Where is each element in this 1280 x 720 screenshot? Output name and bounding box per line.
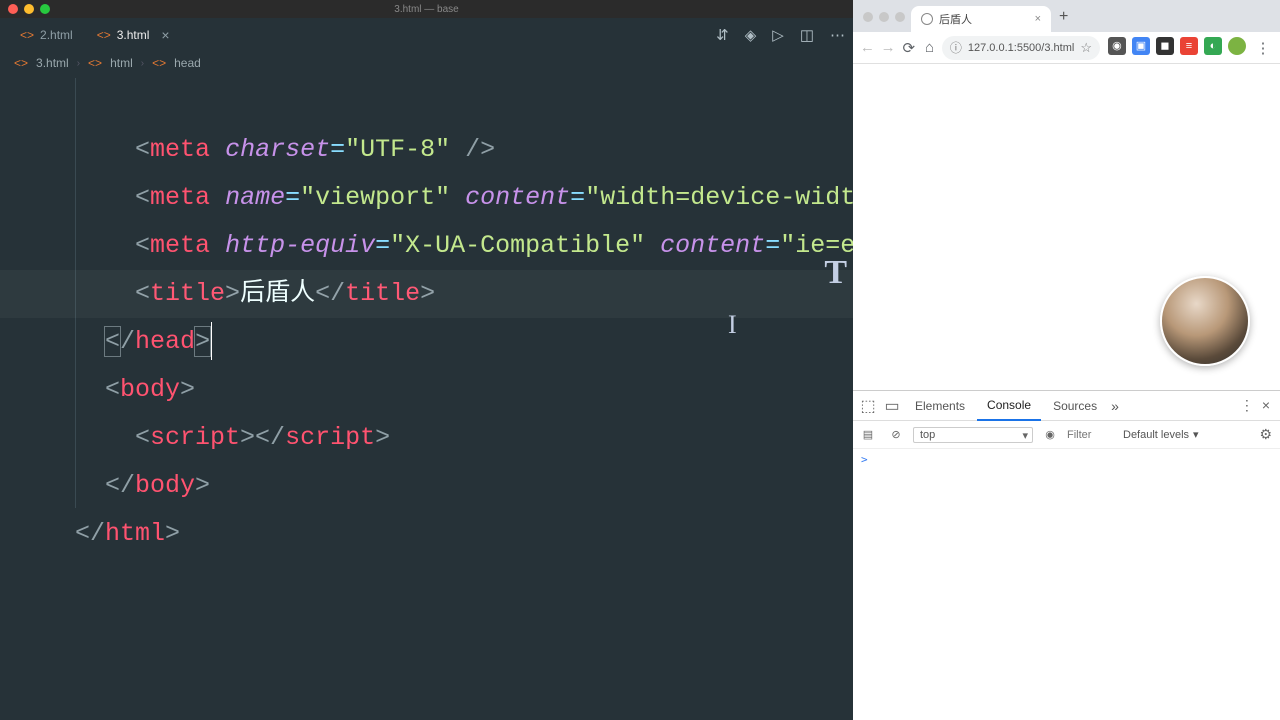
source-control-icon[interactable]: ⇵ — [716, 26, 729, 44]
address-bar: ← → ⟳ ⌂ ⓘ 127.0.0.1:5500/3.html ☆ ◉ ▣ ◼ … — [853, 32, 1280, 64]
minimap[interactable]: T — [824, 254, 847, 292]
tab-label: 2.html — [40, 28, 73, 42]
editor-pane: 3.html — base <> 2.html <> 3.html × ⇵ ◈ … — [0, 0, 853, 720]
devtools-tab-elements[interactable]: Elements — [905, 391, 975, 421]
clear-console-icon[interactable]: ⊘ — [885, 424, 907, 446]
back-button[interactable]: ← — [859, 37, 876, 59]
more-tabs-icon[interactable]: » — [1111, 398, 1119, 414]
editor-tab-3html[interactable]: <> 3.html × — [85, 18, 182, 52]
breadcrumb-html[interactable]: html — [110, 56, 133, 70]
browser-viewport[interactable] — [853, 64, 1280, 390]
device-toolbar-icon[interactable]: ▭ — [881, 395, 903, 417]
console-sidebar-icon[interactable]: ▤ — [857, 424, 879, 446]
console-toolbar: ▤ ⊘ top ◉ Default levels▾ ⚙ — [853, 421, 1280, 449]
close-tab-icon[interactable]: × — [1035, 13, 1041, 25]
log-levels-selector[interactable]: Default levels▾ — [1123, 428, 1199, 441]
window-controls — [8, 4, 50, 14]
profile-avatar-icon[interactable] — [1228, 37, 1246, 55]
run-icon[interactable]: ▷ — [772, 26, 784, 44]
maximize-window-icon[interactable] — [40, 4, 50, 14]
editor-tabs-row: <> 2.html <> 3.html × ⇵ ◈ ▷ ◫ ⋯ — [0, 18, 853, 52]
editor-top-actions: ⇵ ◈ ▷ ◫ ⋯ — [716, 26, 845, 44]
extension-icon[interactable]: ◼ — [1156, 37, 1174, 55]
extension-icons: ◉ ▣ ◼ ≡ ◐ ⋮ — [1104, 37, 1274, 59]
browser-tab[interactable]: 后盾人 × — [911, 6, 1051, 32]
tab-label: 3.html — [117, 28, 150, 42]
favicon-icon — [921, 13, 933, 25]
breadcrumb-file[interactable]: 3.html — [36, 56, 69, 70]
presenter-avatar — [1160, 276, 1250, 366]
html-file-icon: <> — [20, 28, 34, 42]
chevron-right-icon: › — [141, 58, 144, 69]
extension-icon[interactable]: ◉ — [1108, 37, 1126, 55]
split-editor-icon[interactable]: ◫ — [800, 26, 814, 44]
devtools-tab-sources[interactable]: Sources — [1043, 391, 1107, 421]
close-tab-icon[interactable]: × — [161, 27, 169, 43]
close-window-icon[interactable] — [863, 12, 873, 22]
extension-icon[interactable]: ▣ — [1132, 37, 1150, 55]
reload-button[interactable]: ⟳ — [900, 37, 917, 59]
editor-titlebar: 3.html — base — [0, 0, 853, 18]
tag-icon: <> — [88, 56, 102, 70]
html-file-icon: <> — [97, 28, 111, 42]
devtools-menu-icon[interactable]: ⋮ — [1240, 397, 1254, 414]
breadcrumb[interactable]: <> 3.html › <> html › <> head — [0, 52, 853, 74]
maximize-window-icon[interactable] — [895, 12, 905, 22]
window-title: 3.html — base — [394, 4, 458, 15]
home-button[interactable]: ⌂ — [921, 37, 938, 59]
live-expression-icon[interactable]: ◉ — [1039, 424, 1061, 446]
bookmark-star-icon[interactable]: ☆ — [1080, 40, 1092, 56]
browser-pane: 后盾人 × + ← → ⟳ ⌂ ⓘ 127.0.0.1:5500/3.html … — [853, 0, 1280, 720]
site-info-icon[interactable]: ⓘ — [950, 39, 962, 56]
text-cursor-icon: I — [728, 310, 737, 340]
close-window-icon[interactable] — [8, 4, 18, 14]
tag-icon: <> — [152, 56, 166, 70]
devtools-panel: ⬚ ▭ Elements Console Sources » ⋮ × ▤ ⊘ t… — [853, 390, 1280, 720]
tab-title: 后盾人 — [939, 11, 972, 27]
url-text: 127.0.0.1:5500/3.html — [968, 42, 1074, 54]
devtools-tabs: ⬚ ▭ Elements Console Sources » ⋮ × — [853, 391, 1280, 421]
code-area[interactable]: <meta charset="UTF-8" /> <meta name="vie… — [0, 74, 853, 606]
chevron-right-icon: › — [77, 58, 80, 69]
console-filter-input[interactable] — [1067, 429, 1117, 441]
html-file-icon: <> — [14, 56, 28, 70]
editor-tab-2html[interactable]: <> 2.html — [8, 18, 85, 52]
console-settings-icon[interactable]: ⚙ — [1259, 426, 1276, 443]
chrome-menu-icon[interactable]: ⋮ — [1252, 37, 1274, 59]
console-output[interactable]: > — [853, 449, 1280, 720]
devtools-tab-console[interactable]: Console — [977, 391, 1041, 421]
minimize-window-icon[interactable] — [879, 12, 889, 22]
forward-button[interactable]: → — [880, 37, 897, 59]
breadcrumb-head[interactable]: head — [174, 56, 201, 70]
extension-icon[interactable]: ◐ — [1204, 37, 1222, 55]
console-prompt: > — [861, 453, 868, 466]
browser-window-controls — [859, 12, 911, 32]
extension-icon[interactable]: ≡ — [1180, 37, 1198, 55]
minimize-window-icon[interactable] — [24, 4, 34, 14]
more-actions-icon[interactable]: ⋯ — [830, 26, 845, 44]
context-selector[interactable]: top — [913, 427, 1033, 443]
inspect-element-icon[interactable]: ⬚ — [857, 395, 879, 417]
url-input[interactable]: ⓘ 127.0.0.1:5500/3.html ☆ — [942, 36, 1100, 60]
new-tab-button[interactable]: + — [1051, 8, 1076, 32]
editor-body[interactable]: T I <meta charset="UTF-8" /> <meta name=… — [0, 74, 853, 720]
diff-icon[interactable]: ◈ — [745, 26, 757, 44]
browser-tabstrip: 后盾人 × + — [853, 0, 1280, 32]
close-devtools-icon[interactable]: × — [1262, 397, 1270, 414]
